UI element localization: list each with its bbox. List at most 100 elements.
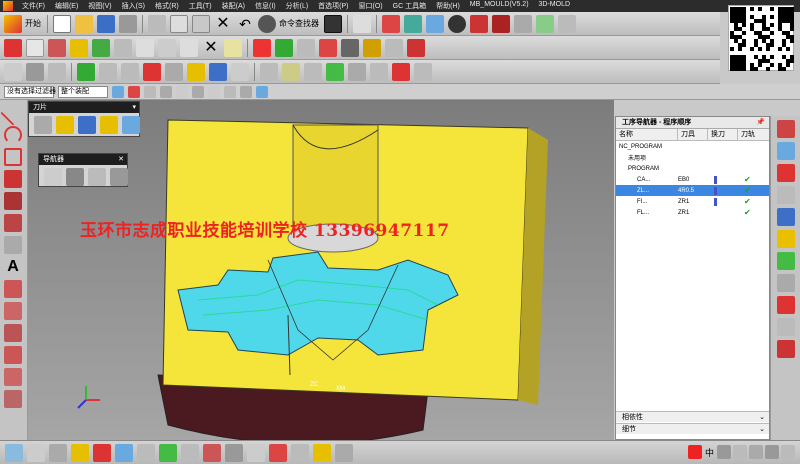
fit-view-icon[interactable] [382,14,400,33]
transform-icon[interactable] [260,62,278,81]
table-row[interactable]: FI... ZR1 ✔ [616,196,769,207]
pin-icon[interactable]: 📌 [756,117,765,129]
verify-toolpath-icon[interactable] [319,38,337,57]
toolbar-icon[interactable] [137,443,155,462]
punctuation-icon[interactable] [717,445,731,459]
program-order-icon[interactable] [4,62,22,81]
menu-item[interactable]: 窗口(O) [354,1,388,11]
assign-icon[interactable] [304,62,322,81]
menu-item[interactable]: MB_MOULD(V5.2) [465,1,534,11]
render-icon[interactable] [492,14,510,33]
selection-filter-select[interactable]: 没有选择过滤器 [4,85,56,98]
text-icon[interactable]: A [4,258,22,276]
roles-icon[interactable] [777,340,795,358]
new-file-icon[interactable] [53,14,71,33]
system-materials-icon[interactable] [777,296,795,314]
menu-item[interactable]: 文件(F) [17,1,50,11]
select-icon[interactable] [353,14,371,33]
offset-icon[interactable] [4,236,22,254]
table-row[interactable]: NC_PROGRAM [616,141,769,152]
endpoint-icon[interactable] [176,85,188,98]
ime-label[interactable]: 中 [705,446,714,459]
table-row[interactable]: FL... ZR1 ✔ [616,207,769,218]
nav-tool-icon[interactable] [66,168,84,186]
operation-navigator-icon[interactable] [777,208,795,226]
lock-icon[interactable] [392,62,410,81]
mic-icon[interactable] [733,445,747,459]
start-label[interactable]: 开始 [25,18,41,29]
polygon-icon[interactable] [4,170,22,188]
blade-wire-icon[interactable] [122,116,140,134]
sogou-icon[interactable] [687,445,702,459]
object-icon[interactable] [282,62,300,81]
toolbar-icon[interactable] [225,443,243,462]
copy-icon[interactable] [170,14,188,33]
toolbar-icon[interactable] [269,443,287,462]
table-row[interactable]: PROGRAM [616,163,769,174]
menu-item[interactable]: 帮助(H) [431,1,465,11]
info-icon[interactable] [209,62,227,81]
undo-icon[interactable]: ↶ [236,15,254,33]
bridge-icon[interactable] [4,280,22,298]
table-row[interactable]: 未用项 [616,152,769,163]
paste-object-icon[interactable] [180,38,198,57]
command-finder-icon[interactable] [258,14,276,33]
list-icon[interactable] [348,62,366,81]
toolbar-icon[interactable] [313,443,331,462]
cut-icon[interactable] [148,14,166,33]
window-icon[interactable] [324,14,342,33]
history-icon[interactable] [777,274,795,292]
line-icon[interactable] [0,100,26,126]
create-geometry-icon[interactable] [48,38,66,57]
wcs-icon[interactable] [404,14,422,33]
menu-item[interactable]: 信息(I) [250,1,281,11]
display-icon[interactable] [231,62,249,81]
spline-icon[interactable] [4,192,22,210]
list-toolpath-icon[interactable] [297,38,315,57]
close-icon[interactable]: ▾ [132,102,136,113]
toolbar-icon[interactable] [93,443,111,462]
arc-icon[interactable] [4,126,22,144]
toolbar-icon[interactable] [5,443,23,462]
toolbar-icon[interactable] [203,443,221,462]
menu-item[interactable]: 工具(T) [184,1,217,11]
blade-icon[interactable] [34,116,52,134]
create-method-icon[interactable] [70,38,88,57]
column-header[interactable]: 换刀 [708,129,738,140]
toolbar-icon[interactable] [115,443,133,462]
measure-icon[interactable] [536,14,554,33]
copy-object-icon[interactable] [158,38,176,57]
assembly-navigator-icon[interactable] [777,120,795,138]
paste-icon[interactable] [192,14,210,33]
toolbar-icon[interactable] [71,443,89,462]
menu-item[interactable]: 编辑(E) [50,1,83,11]
toolbar-icon[interactable] [291,443,309,462]
table-row[interactable]: ZL... 4R0.5 ✔ [616,185,769,196]
assembly-scope-select[interactable]: 整个装配 [58,85,108,98]
toolbar-icon[interactable] [335,443,353,462]
column-header[interactable]: 刀具 [678,129,708,140]
shaded-icon[interactable] [448,14,466,33]
operation-icon[interactable] [143,62,161,81]
blade-mill-icon[interactable] [56,116,74,134]
menu-item[interactable]: 视图(V) [83,1,116,11]
replay-toolpath-icon[interactable] [275,38,293,57]
toolbar-icon[interactable] [49,443,67,462]
layer-icon[interactable] [514,14,532,33]
menu-item[interactable]: 格式(R) [150,1,184,11]
trim-icon[interactable] [4,390,22,408]
details-section[interactable]: 细节 ⌄ [616,423,769,434]
midpoint-icon[interactable] [192,85,204,98]
method-view-icon[interactable] [99,62,117,81]
extract-icon[interactable] [4,302,22,320]
edit-object-icon[interactable] [114,38,132,57]
column-header[interactable]: 名称 [616,129,678,140]
shop-doc-icon[interactable] [385,38,403,57]
column-header[interactable]: 刀轨 [738,129,769,140]
cut-object-icon[interactable] [136,38,154,57]
rectangle-icon[interactable] [4,148,22,166]
create-operation-icon[interactable] [92,38,110,57]
settings-icon[interactable] [781,445,795,459]
curve-icon[interactable] [4,214,22,232]
feed-icon[interactable] [121,62,139,81]
